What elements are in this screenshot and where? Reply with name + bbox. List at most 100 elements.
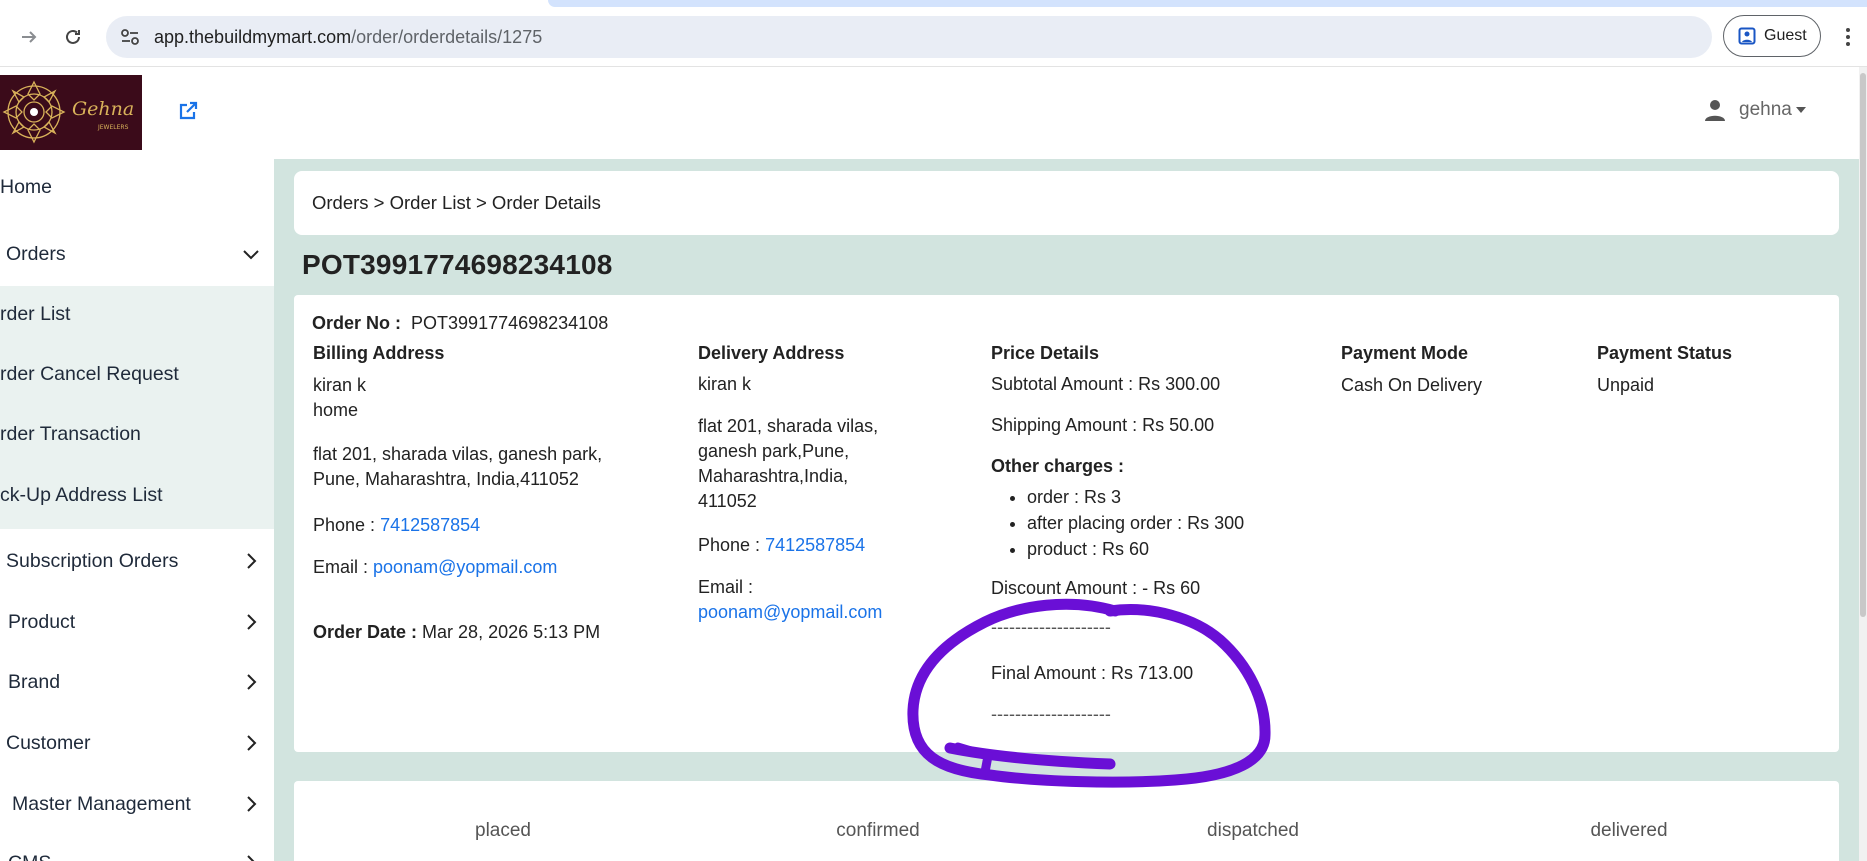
tab-strip — [0, 0, 1867, 8]
chevron-right-icon — [247, 796, 257, 812]
status-step-placed: placed — [475, 820, 531, 841]
sidebar-item-product[interactable]: Product — [0, 594, 274, 650]
sidebar-item-pickup-address-list[interactable]: ck-Up Address List — [0, 467, 274, 523]
sidebar-item-label: ck-Up Address List — [0, 483, 163, 506]
sidebar-item-label: Product — [8, 610, 76, 633]
sidebar-item-master-management[interactable]: Master Management — [0, 776, 274, 832]
user-menu[interactable]: gehna — [1705, 99, 1806, 121]
profile-button[interactable]: Guest — [1723, 15, 1821, 57]
charge-item: after placing order : Rs 300 — [1027, 510, 1244, 536]
price-divider: -------------------- — [991, 617, 1111, 637]
billing-phone: Phone : 7412587854 — [313, 513, 480, 538]
sidebar-item-label: CMS — [0, 852, 51, 861]
billing-address-line1: flat 201, sharada vilas, ganesh park, — [313, 444, 603, 464]
billing-name: kiran k — [313, 375, 367, 395]
sidebar-item-order-cancel-request[interactable]: rder Cancel Request — [0, 346, 274, 402]
chevron-right-icon — [247, 735, 257, 751]
menu-icon[interactable] — [1838, 22, 1858, 52]
order-no: Order No : POT3991774698234108 — [312, 311, 608, 336]
final-amount: Final Amount : Rs 713.00 — [991, 663, 1194, 683]
url-text: app.thebuildmymart.com/order/orderdetail… — [154, 27, 542, 48]
svg-text:Gehna: Gehna — [72, 98, 134, 120]
email-label: Email : — [313, 557, 369, 577]
url-path: /order/orderdetails/1275 — [351, 27, 543, 47]
status-step-dispatched: dispatched — [1207, 820, 1299, 841]
forward-icon[interactable] — [14, 22, 44, 52]
breadcrumb: Orders > Order List > Order Details — [294, 171, 1839, 235]
profile-label: Guest — [1764, 27, 1807, 44]
active-tab[interactable] — [548, 0, 1867, 7]
sidebar-item-label: rder Cancel Request — [0, 362, 179, 385]
delivery-phone-link[interactable]: 7412587854 — [765, 535, 865, 555]
svg-text:JEWELERS: JEWELERS — [97, 124, 129, 131]
discount-amount: Discount Amount : - Rs 60 — [991, 578, 1201, 598]
billing-type: home — [313, 400, 359, 420]
charge-item: order : Rs 3 — [1027, 484, 1244, 510]
phone-label: Phone : — [698, 535, 761, 555]
page-title: POT3991774698234108 — [302, 249, 613, 280]
status-step-delivered: delivered — [1590, 820, 1668, 841]
charge-item: product : Rs 60 — [1027, 536, 1244, 562]
chevron-right-icon — [247, 553, 257, 569]
payment-mode-value: Cash On Delivery — [1341, 375, 1483, 395]
order-no-value: POT3991774698234108 — [411, 313, 609, 333]
sidebar-item-label: rder List — [0, 302, 71, 325]
billing-heading: Billing Address — [313, 343, 445, 363]
sidebar: Home Orders rder List rder Cancel Reques… — [0, 159, 274, 861]
other-charges-list: order : Rs 3 after placing order : Rs 30… — [991, 484, 1244, 562]
sidebar-item-orders[interactable]: Orders — [0, 226, 274, 282]
subtotal-amount: Subtotal Amount : Rs 300.00 — [991, 374, 1221, 394]
sidebar-item-order-transaction[interactable]: rder Transaction — [0, 406, 274, 462]
page-scrollbar[interactable] — [1859, 67, 1867, 861]
reload-icon[interactable] — [58, 22, 88, 52]
order-date-label: Order Date : — [313, 622, 418, 642]
scrollbar-thumb[interactable] — [1860, 73, 1866, 617]
chevron-down-icon — [243, 250, 259, 260]
profile-icon — [1738, 27, 1756, 45]
browser-toolbar: app.thebuildmymart.com/order/orderdetail… — [0, 8, 1867, 67]
sidebar-item-cms[interactable]: CMS — [0, 835, 274, 861]
user-icon — [1705, 100, 1725, 121]
address-bar[interactable]: app.thebuildmymart.com/order/orderdetail… — [106, 16, 1712, 58]
chevron-right-icon — [247, 855, 255, 861]
delivery-email-link[interactable]: poonam@yopmail.com — [698, 600, 882, 625]
sidebar-item-label: Subscription Orders — [6, 549, 179, 572]
phone-label: Phone : — [313, 515, 376, 535]
external-link-icon[interactable] — [176, 99, 200, 123]
other-charges-heading: Other charges : — [991, 456, 1125, 476]
delivery-name: kiran k — [698, 374, 752, 394]
sidebar-item-customer[interactable]: Customer — [0, 715, 274, 771]
order-details-card: Order No : POT3991774698234108 Billing A… — [294, 295, 1839, 752]
app-header: Gehna JEWELERS gehna — [0, 67, 1860, 159]
brand-logo[interactable]: Gehna JEWELERS — [0, 75, 142, 150]
user-name: gehna — [1739, 99, 1792, 120]
delivery-heading: Delivery Address — [698, 343, 845, 363]
sidebar-item-brand[interactable]: Brand — [0, 654, 274, 710]
delivery-address-line4: 411052 — [698, 491, 757, 511]
order-date-value: Mar 28, 2026 5:13 PM — [422, 622, 601, 642]
payment-mode-heading: Payment Mode — [1341, 343, 1469, 363]
caret-down-icon — [1795, 107, 1806, 113]
billing-email: Email : poonam@yopmail.com — [313, 555, 557, 580]
shipping-amount: Shipping Amount : Rs 50.00 — [991, 415, 1215, 435]
billing-address-line2: Pune, Maharashtra, India,411052 — [313, 469, 579, 489]
order-date: Order Date : Mar 28, 2026 5:13 PM — [313, 620, 600, 645]
status-step-confirmed: confirmed — [836, 820, 920, 841]
sidebar-item-label: Orders — [6, 242, 66, 265]
delivery-email-label: Email : — [698, 577, 754, 597]
sidebar-item-order-list[interactable]: rder List — [0, 286, 274, 342]
delivery-address-line3: Maharashtra,India, — [698, 466, 849, 486]
delivery-address-line2: ganesh park,Pune, — [698, 441, 850, 461]
delivery-phone: Phone : 7412587854 — [698, 533, 865, 558]
billing-email-link[interactable]: poonam@yopmail.com — [373, 557, 557, 577]
url-host: app.thebuildmymart.com — [154, 27, 352, 47]
order-no-label: Order No : — [312, 313, 402, 333]
billing-phone-link[interactable]: 7412587854 — [380, 515, 480, 535]
sidebar-item-label: Home — [0, 175, 53, 198]
site-settings-icon[interactable] — [120, 28, 140, 46]
sidebar-item-label: Master Management — [12, 792, 191, 815]
price-divider: -------------------- — [991, 704, 1111, 724]
sidebar-item-label: Customer — [6, 731, 91, 754]
sidebar-item-home[interactable]: Home — [0, 159, 274, 215]
sidebar-item-subscription-orders[interactable]: Subscription Orders — [0, 533, 274, 589]
